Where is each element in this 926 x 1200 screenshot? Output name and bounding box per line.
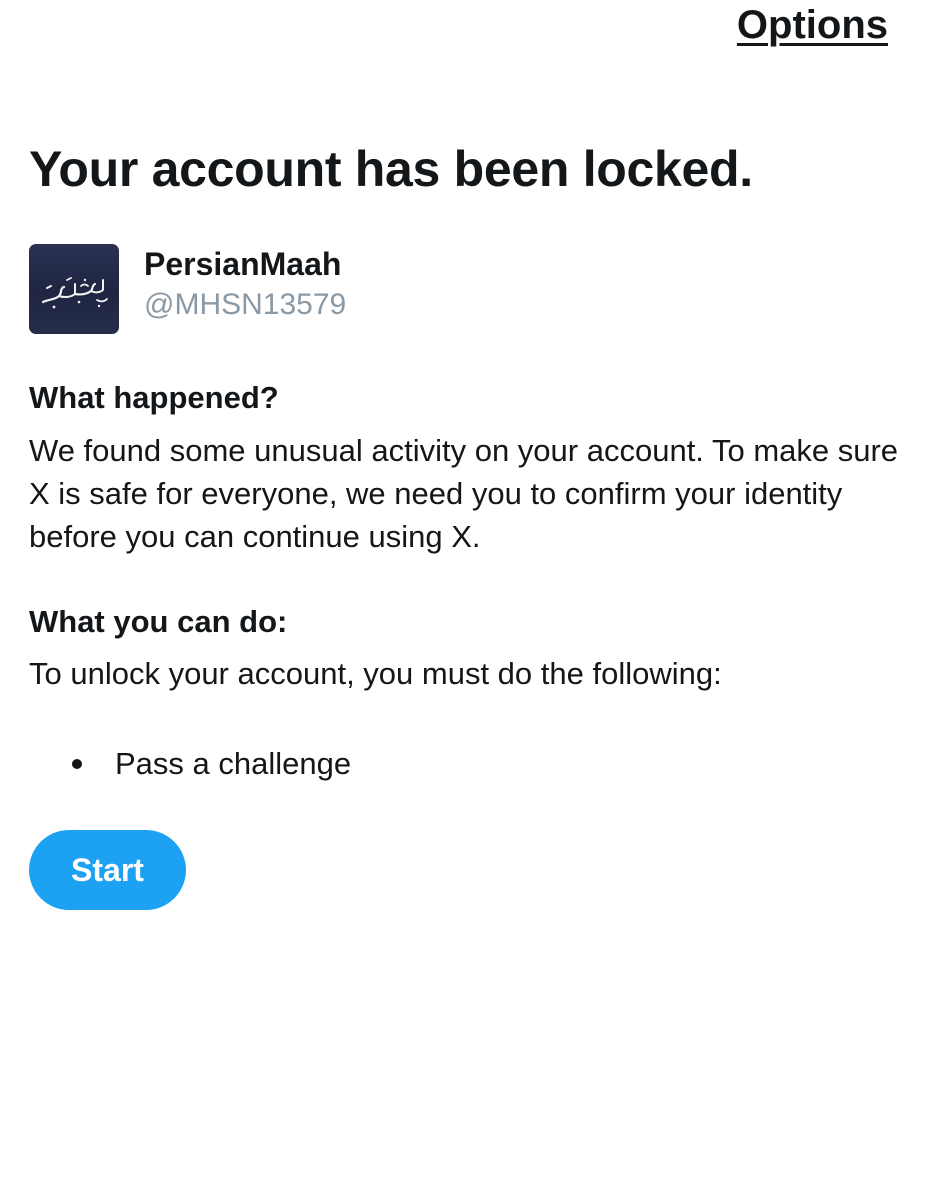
account-card: PersianMaah @MHSN13579 — [29, 244, 346, 334]
calligraphy-logo-icon — [41, 277, 108, 309]
what-you-can-do-body: To unlock your account, you must do the … — [29, 656, 722, 691]
account-handle: @MHSN13579 — [144, 288, 347, 321]
what-you-can-do-heading: What you can do: — [29, 604, 288, 639]
account-display-name: PersianMaah — [144, 246, 342, 282]
list-item: Pass a challenge — [72, 744, 351, 784]
steps-list: Pass a challenge — [72, 744, 351, 784]
what-happened-body: We found some unusual activity on your a… — [29, 433, 899, 554]
step-label: Pass a challenge — [115, 746, 352, 781]
page-title: Your account has been locked. — [29, 141, 753, 197]
bullet-icon — [72, 759, 82, 769]
options-link[interactable]: Options — [737, 2, 888, 48]
start-button[interactable]: Start — [29, 830, 186, 910]
avatar — [29, 244, 119, 334]
what-happened-heading: What happened? — [29, 380, 279, 415]
